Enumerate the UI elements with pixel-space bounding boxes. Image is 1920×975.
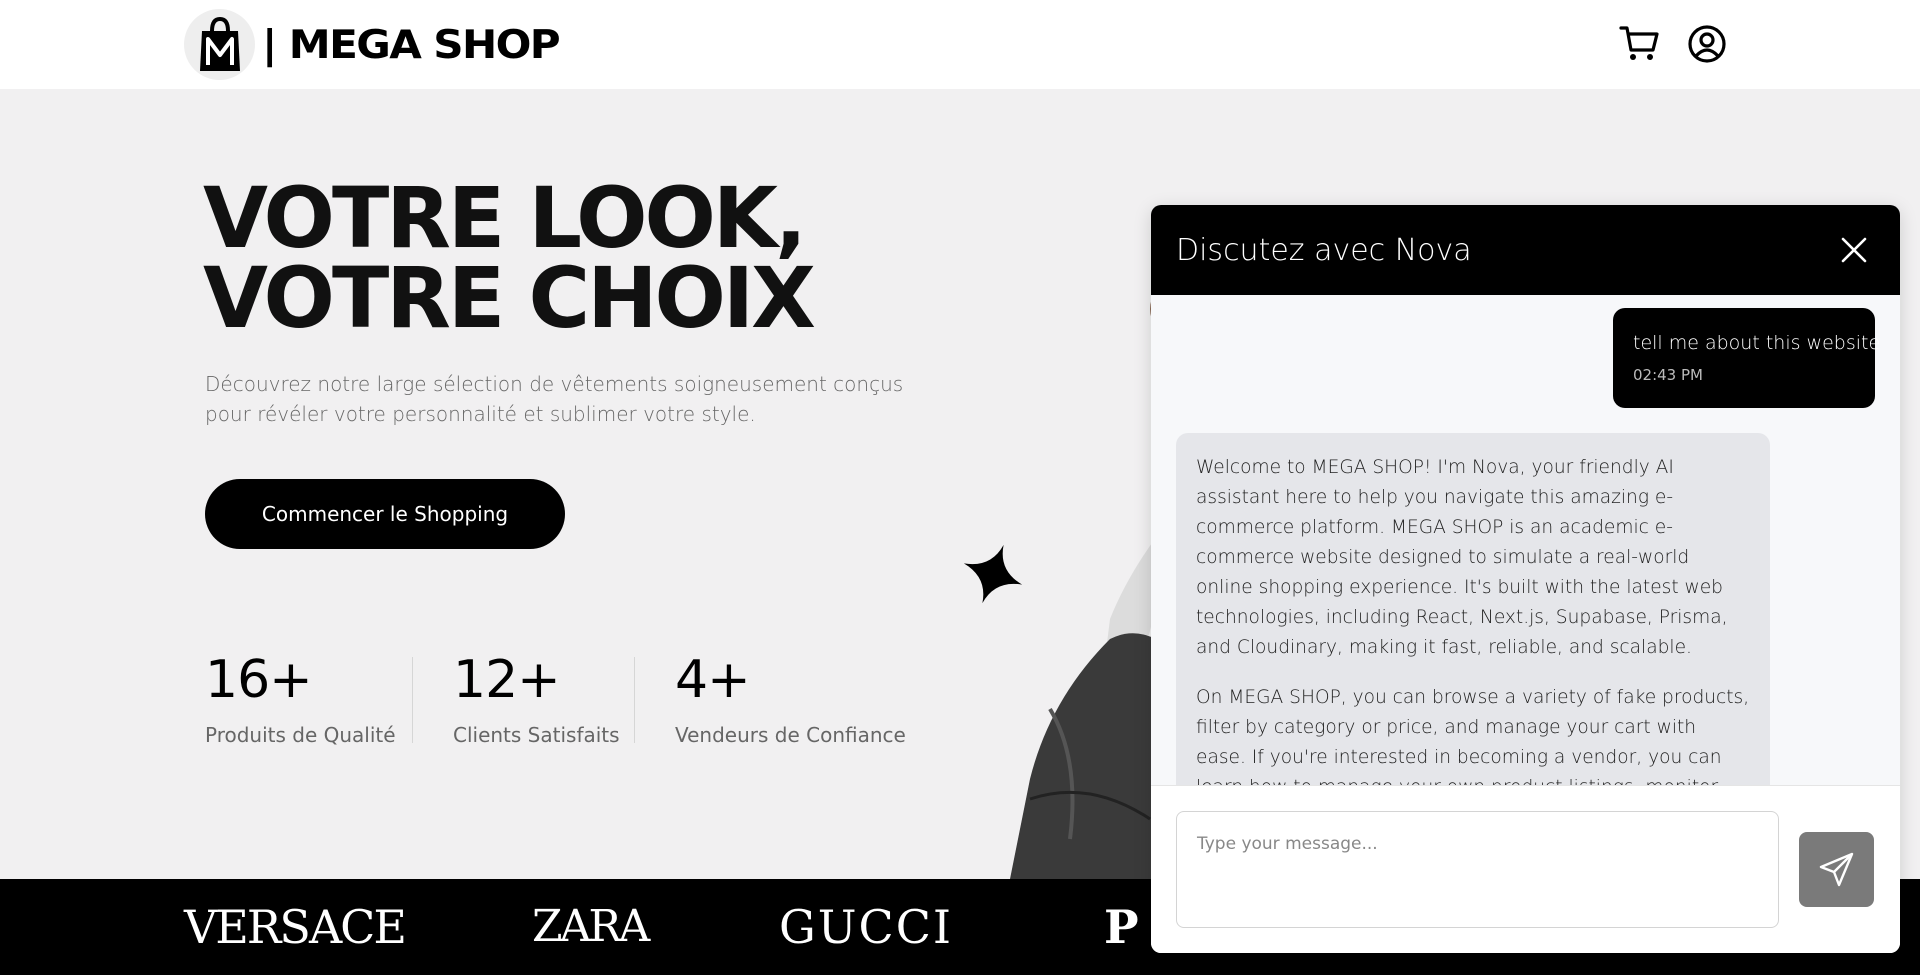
logo[interactable] [184, 9, 255, 80]
start-shopping-button[interactable]: Commencer le Shopping [205, 479, 565, 549]
message-input[interactable] [1176, 811, 1779, 928]
user-message: tell me about this website 02:43 PM [1613, 308, 1881, 408]
brand-logo-partial: P [1104, 900, 1139, 954]
stat-value: 16+ [205, 650, 313, 710]
stat-label: Vendeurs de Confiance [675, 723, 906, 747]
hero-title-line-2: VOTRE CHOIX [203, 249, 816, 347]
stat-vendors: 4+ Vendeurs de Confiance [675, 649, 906, 747]
chat-header: Discutez avec Nova [1151, 205, 1900, 295]
close-icon[interactable] [1841, 237, 1867, 263]
stat-products: 16+ Produits de Qualité [205, 649, 396, 747]
user-message-time: 02:43 PM [1633, 366, 1703, 384]
bot-message-paragraph: Welcome to MEGA SHOP! I'm Nova, your fri… [1196, 457, 1728, 658]
chat-title: Discutez avec Nova [1176, 233, 1472, 268]
send-button[interactable] [1799, 832, 1874, 907]
send-icon [1819, 852, 1854, 887]
brand-name[interactable]: | MEGA SHOP [262, 22, 561, 70]
site-header: | MEGA SHOP [0, 0, 1920, 89]
stat-value: 4+ [675, 650, 751, 710]
user-message-text: tell me about this website [1633, 332, 1881, 354]
hero-description: Découvrez notre large sélection de vêtem… [205, 372, 904, 426]
stat-divider [634, 657, 635, 743]
stat-clients: 12+ Clients Satisfaits [453, 649, 620, 747]
hero-title-line-1: VOTRE LOOK, [203, 169, 807, 267]
brand-logo-versace: VERSACE [184, 900, 407, 954]
cart-icon[interactable] [1619, 24, 1659, 62]
chat-footer [1151, 785, 1900, 953]
stat-divider [412, 657, 413, 743]
user-circle-icon[interactable] [1687, 24, 1727, 64]
stat-label: Clients Satisfaits [453, 723, 620, 747]
shopping-bag-m-logo-icon [200, 16, 240, 71]
stat-label: Produits de Qualité [205, 723, 396, 747]
chat-messages[interactable]: tell me about this website 02:43 PM Welc… [1151, 295, 1900, 785]
chat-widget: Discutez avec Nova tell me about this we… [1151, 205, 1900, 953]
stat-value: 12+ [453, 650, 561, 710]
hero-title: VOTRE LOOK, VOTRE CHOIX [203, 169, 816, 347]
bot-message: Welcome to MEGA SHOP! I'm Nova, your fri… [1176, 433, 1770, 785]
brand-logo-zara: ZARA [532, 901, 650, 952]
bot-message-paragraph: On MEGA SHOP, you can browse a variety o… [1196, 687, 1750, 785]
brand-logo-gucci: GUCCI [779, 900, 954, 954]
